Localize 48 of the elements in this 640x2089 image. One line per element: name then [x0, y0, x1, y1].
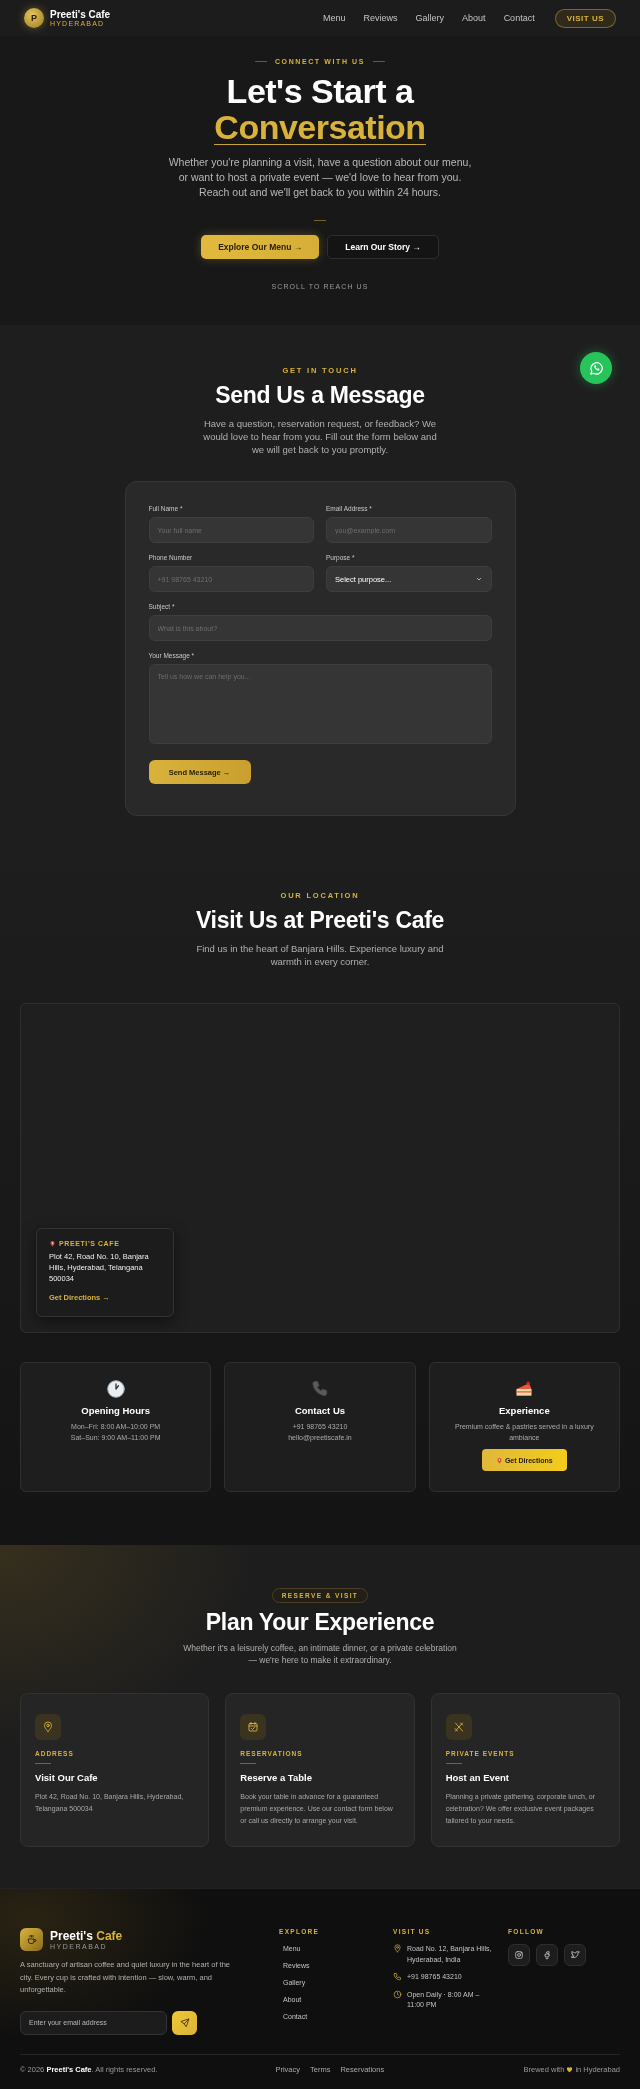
nav-link[interactable]: Gallery	[415, 13, 445, 23]
phone-icon	[393, 1972, 402, 1981]
card-title: Visit Our Cafe	[35, 1772, 99, 1783]
pin-icon	[49, 1240, 56, 1247]
learn-story-button[interactable]: Learn Our Story →	[327, 235, 439, 259]
instagram-button[interactable]	[508, 1944, 530, 1966]
heart-icon	[566, 2066, 574, 2073]
card-title: Opening Hours	[81, 1405, 150, 1416]
section-title: Plan Your Experience	[204, 1609, 436, 1636]
camera-icon	[514, 1950, 524, 1960]
facebook-button[interactable]	[536, 1944, 558, 1966]
subscribe-button[interactable]	[172, 2010, 197, 2035]
card-title: Reserve a Table	[240, 1772, 313, 1783]
logo-badge[interactable]: P	[24, 8, 44, 28]
pin-icon	[42, 1721, 54, 1733]
explore-menu-button[interactable]: Explore Our Menu →	[201, 235, 320, 259]
pin-icon	[495, 1456, 503, 1464]
chevron-down-icon	[474, 575, 483, 583]
cake-slice-icon	[514, 1379, 535, 1399]
card-title: Contact Us	[294, 1405, 346, 1416]
pin-icon	[393, 1944, 402, 1953]
whatsapp-button[interactable]	[580, 352, 612, 384]
phone-icon	[310, 1379, 330, 1399]
calendar-icon	[247, 1721, 260, 1733]
section-description: Find us in the heart of Banjara Hills. Experience luxury and warmth in every corner.	[195, 942, 445, 968]
coffee-cup-icon	[25, 1933, 38, 1946]
utensils-icon	[452, 1721, 465, 1733]
card-title: Experience	[498, 1405, 550, 1416]
nav-link[interactable]: About	[462, 13, 486, 23]
section-description: Have a question, reservation request, or feedback? We would love to hear from you. Fill out the form below and we will get back to you promptly.	[202, 417, 438, 456]
nav-link[interactable]: Reviews	[363, 13, 398, 23]
twitter-button[interactable]	[564, 1944, 586, 1966]
brand-name: Preeti's Cafe	[50, 1929, 123, 1943]
nav-link[interactable]: Menu	[323, 13, 346, 23]
section-description: Whether it's a leisurely coffee, an intimate dinner, or a private celebration — we're here to make it extraordinary.	[182, 1642, 458, 1666]
brand-name: Preeti's Cafe	[50, 8, 111, 20]
hero-description: Whether you're planning a visit, have a question about our menu, or want to host a private event — we'd love to hear from you. Reach out and we'll get back to you within 24 hours.	[167, 155, 473, 200]
clock-icon	[105, 1379, 126, 1399]
clock-icon	[393, 1989, 402, 1999]
section-title: Visit Us at Preeti's Cafe	[194, 907, 446, 934]
visit-button[interactable]: VISIT US	[554, 8, 616, 28]
send-icon	[179, 2017, 190, 2028]
chat-bubble-icon	[587, 359, 605, 377]
card-title: Host an Event	[445, 1772, 510, 1783]
bird-icon	[570, 1950, 580, 1960]
hero-title: Let's Start a Conversation	[213, 73, 427, 145]
nav-link[interactable]: Contact	[503, 13, 535, 23]
section-title: Send Us a Message	[214, 382, 426, 409]
